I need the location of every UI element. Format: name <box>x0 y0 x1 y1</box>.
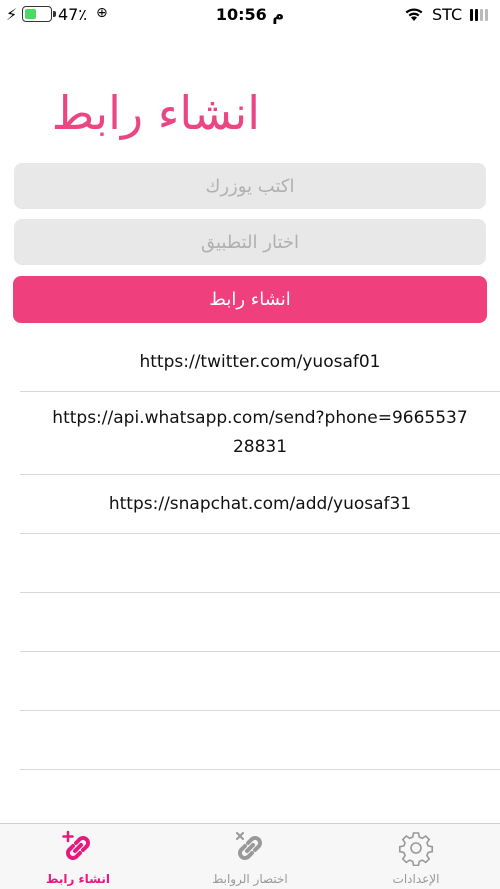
tab-settings[interactable]: الإعدادات <box>346 824 486 889</box>
list-item[interactable]: https://snapchat.com/add/yuosaf31 <box>20 475 500 534</box>
empty-list-item <box>20 711 500 770</box>
page-title: انشاء رابط <box>51 86 260 140</box>
list-item[interactable]: https://api.whatsapp.com/send?phone=9665… <box>20 392 500 475</box>
wifi-icon <box>405 8 423 21</box>
tab-bar: الإعدادات اختصار الروابط انشاء رابط <box>0 823 500 889</box>
status-time: 10:56 م <box>215 5 285 24</box>
tab-create-link[interactable]: انشاء رابط <box>8 824 148 889</box>
signal-icon <box>470 9 492 21</box>
tab-create-label: انشاء رابط <box>45 872 111 886</box>
app-select-input[interactable] <box>14 219 486 265</box>
gear-icon <box>399 832 433 866</box>
create-link-button[interactable]: انشاء رابط <box>13 276 487 323</box>
empty-list-item <box>20 652 500 711</box>
carrier-name: STC <box>432 5 463 24</box>
empty-list-item <box>20 593 500 652</box>
status-bar: ⚡ 47٪ ⊕ 10:56 م STC <box>0 0 500 30</box>
list-item[interactable]: https://twitter.com/yuosaf01 <box>20 333 500 392</box>
link-shorten-icon <box>236 832 262 860</box>
empty-list-item <box>20 534 500 593</box>
tab-shorten-label: اختصار الروابط <box>212 872 288 886</box>
links-list: https://twitter.com/yuosaf01 https://api… <box>20 333 500 770</box>
tab-settings-label: الإعدادات <box>392 872 440 886</box>
link-add-icon <box>62 830 90 860</box>
username-input[interactable] <box>14 163 486 209</box>
tab-shorten-links[interactable]: اختصار الروابط <box>180 824 320 889</box>
